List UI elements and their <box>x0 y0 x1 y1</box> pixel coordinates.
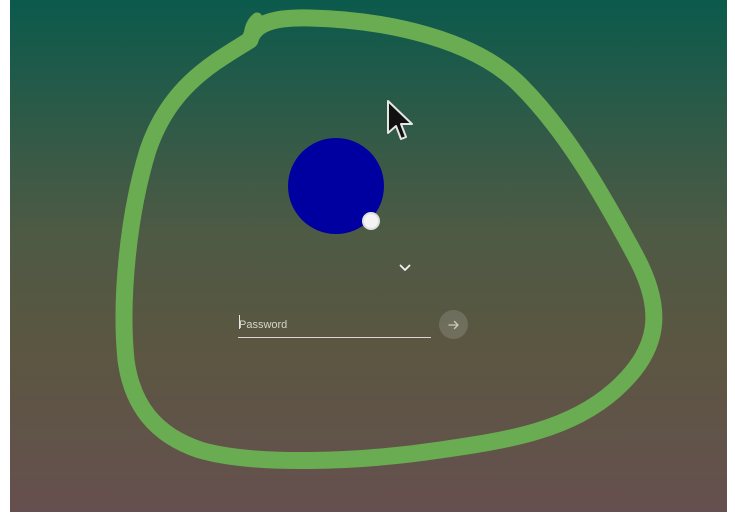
arrow-right-icon <box>447 320 459 329</box>
text-caret <box>239 315 240 329</box>
chevron-down-icon <box>399 264 411 271</box>
submit-password-button[interactable] <box>439 310 468 339</box>
hand-drawn-circle-annotation <box>115 9 663 470</box>
lock-screen <box>10 0 727 512</box>
screenshot-frame <box>0 0 735 516</box>
mouse-pointer-icon <box>387 100 413 140</box>
password-input[interactable] <box>238 312 431 338</box>
avatar-status-badge <box>362 212 380 230</box>
user-dropdown-button[interactable] <box>396 260 414 276</box>
